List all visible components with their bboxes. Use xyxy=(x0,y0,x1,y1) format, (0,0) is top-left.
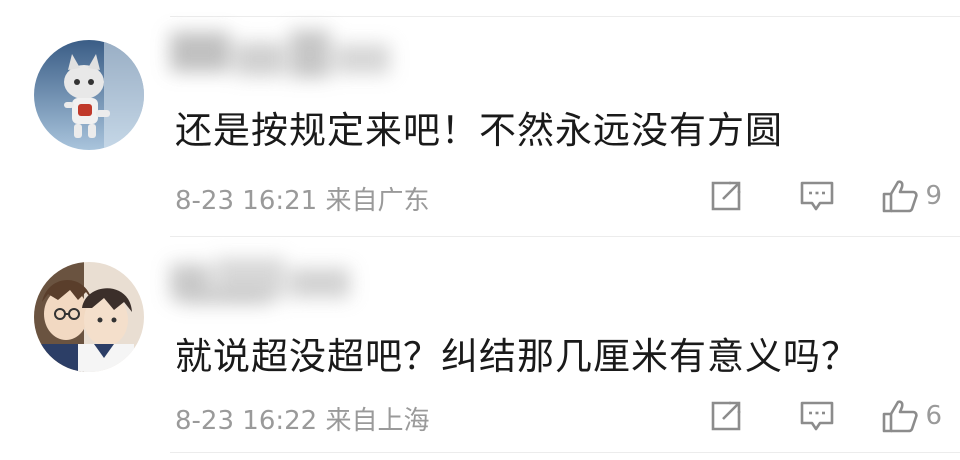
username-redacted xyxy=(165,250,395,310)
robot-cat-avatar-icon xyxy=(34,40,144,150)
comment-time: 8-23 16:21 xyxy=(175,186,318,216)
like-button[interactable]: 6 xyxy=(881,398,942,434)
username-redacted xyxy=(165,22,395,82)
comment-time: 8-23 16:22 xyxy=(175,406,318,436)
action-bar: 9 xyxy=(709,176,942,216)
comment-location: 来自上海 xyxy=(325,406,430,436)
share-forward-icon xyxy=(712,401,741,431)
comment-feed: 还是按规定来吧！不然永远没有方圆 8-23 16:21 来自广东 9 就说超没超… xyxy=(0,0,960,460)
comment-bubble-icon xyxy=(801,401,834,431)
divider xyxy=(170,452,960,453)
like-count: 6 xyxy=(925,401,942,431)
comment-item[interactable]: 还是按规定来吧！不然永远没有方圆 8-23 16:21 来自广东 9 xyxy=(0,0,960,220)
comment-item[interactable]: 就说超没超吧？纠结那几厘米有意义吗？ 8-23 16:22 来自上海 6 xyxy=(0,236,960,456)
comment-location: 来自广东 xyxy=(325,186,430,216)
comment-text: 还是按规定来吧！不然永远没有方圆 xyxy=(175,109,783,152)
comment-meta: 8-23 16:21 来自广东 xyxy=(175,180,429,217)
forward-button[interactable] xyxy=(709,399,743,433)
reply-button[interactable] xyxy=(799,399,835,433)
like-count: 9 xyxy=(925,181,942,211)
thumbs-up-icon xyxy=(883,400,919,433)
action-bar: 6 xyxy=(709,396,942,436)
avatar[interactable] xyxy=(34,40,144,150)
comment-meta: 8-23 16:22 来自上海 xyxy=(175,400,429,437)
reply-button[interactable] xyxy=(799,179,835,213)
comment-bubble-icon xyxy=(801,181,834,211)
avatar[interactable] xyxy=(34,262,144,372)
thumbs-up-icon xyxy=(883,180,919,213)
share-forward-icon xyxy=(712,181,741,211)
like-button[interactable]: 9 xyxy=(881,178,942,214)
comment-text: 就说超没超吧？纠结那几厘米有意义吗？ xyxy=(175,335,859,378)
anime-couple-avatar-icon xyxy=(34,262,144,372)
forward-button[interactable] xyxy=(709,179,743,213)
